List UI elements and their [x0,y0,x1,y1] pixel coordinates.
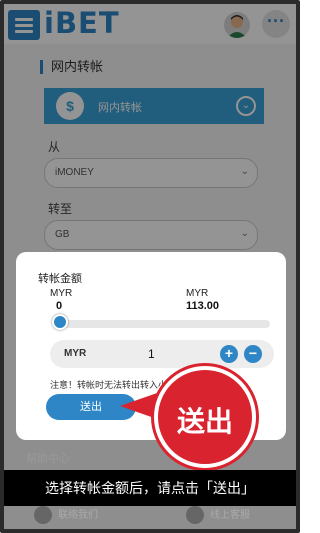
amount-input[interactable]: 1 [148,347,155,361]
amount-slider-track[interactable] [54,320,270,328]
amount-slider-handle[interactable] [52,314,68,330]
decimal-note: 注意！转帐时无法转出转入小数 [50,380,177,390]
phone-frame: iBET ··· 网内转帐 $ 网内转帐 ⌄ 从 iMONEY ⌄ 转至 GB … [0,0,300,533]
chat-icon [186,506,204,525]
minus-icon[interactable]: − [244,345,262,363]
plus-icon[interactable]: + [220,345,238,363]
modal-title: 转帐金额 [38,273,82,285]
live-chat-label: 线上客服 [210,510,250,521]
contact-us-link[interactable]: 联络我们 [34,506,98,528]
min-currency: MYR [50,288,73,299]
amount-currency: MYR [64,348,87,359]
max-value: 113.00 [186,300,220,312]
phone-icon [34,506,52,525]
amount-stepper: MYR 1 + − [50,340,274,368]
callout-text: 送出 [176,406,233,437]
help-center-title: 帮助中心 [26,453,70,465]
contact-us-label: 联络我们 [58,510,98,521]
max-currency: MYR [186,288,209,299]
live-chat-link[interactable]: 线上客服 [186,506,250,528]
min-value: 0 [56,300,63,312]
instruction-caption: 选择转帐金额后，请点击「送出」 [4,470,296,506]
submit-callout: 送出 [154,366,256,468]
